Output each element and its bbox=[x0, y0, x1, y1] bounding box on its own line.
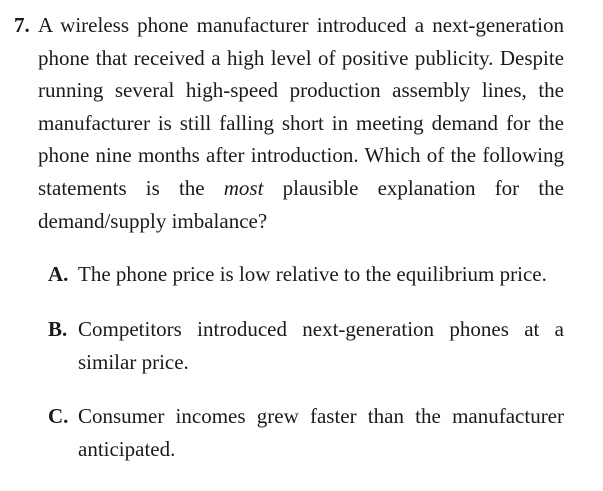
choice-a-text: The phone price is low relative to the e… bbox=[78, 262, 547, 286]
question-stem-emphasis: most bbox=[223, 175, 264, 200]
question-number: 7. bbox=[14, 13, 30, 37]
choice-c-letter: C. bbox=[48, 404, 69, 428]
question-stem: A wireless phone manufacturer introduced… bbox=[38, 9, 564, 237]
question-stem-text: A wireless phone manufacturer introduced… bbox=[38, 13, 564, 200]
choice-c-text: Consumer incomes grew faster than the ma… bbox=[78, 404, 564, 461]
choice-b-text: Competitors introduced next-generation p… bbox=[78, 317, 564, 374]
choice-a-letter: A. bbox=[48, 262, 69, 286]
choice-b-letter: B. bbox=[48, 317, 68, 341]
